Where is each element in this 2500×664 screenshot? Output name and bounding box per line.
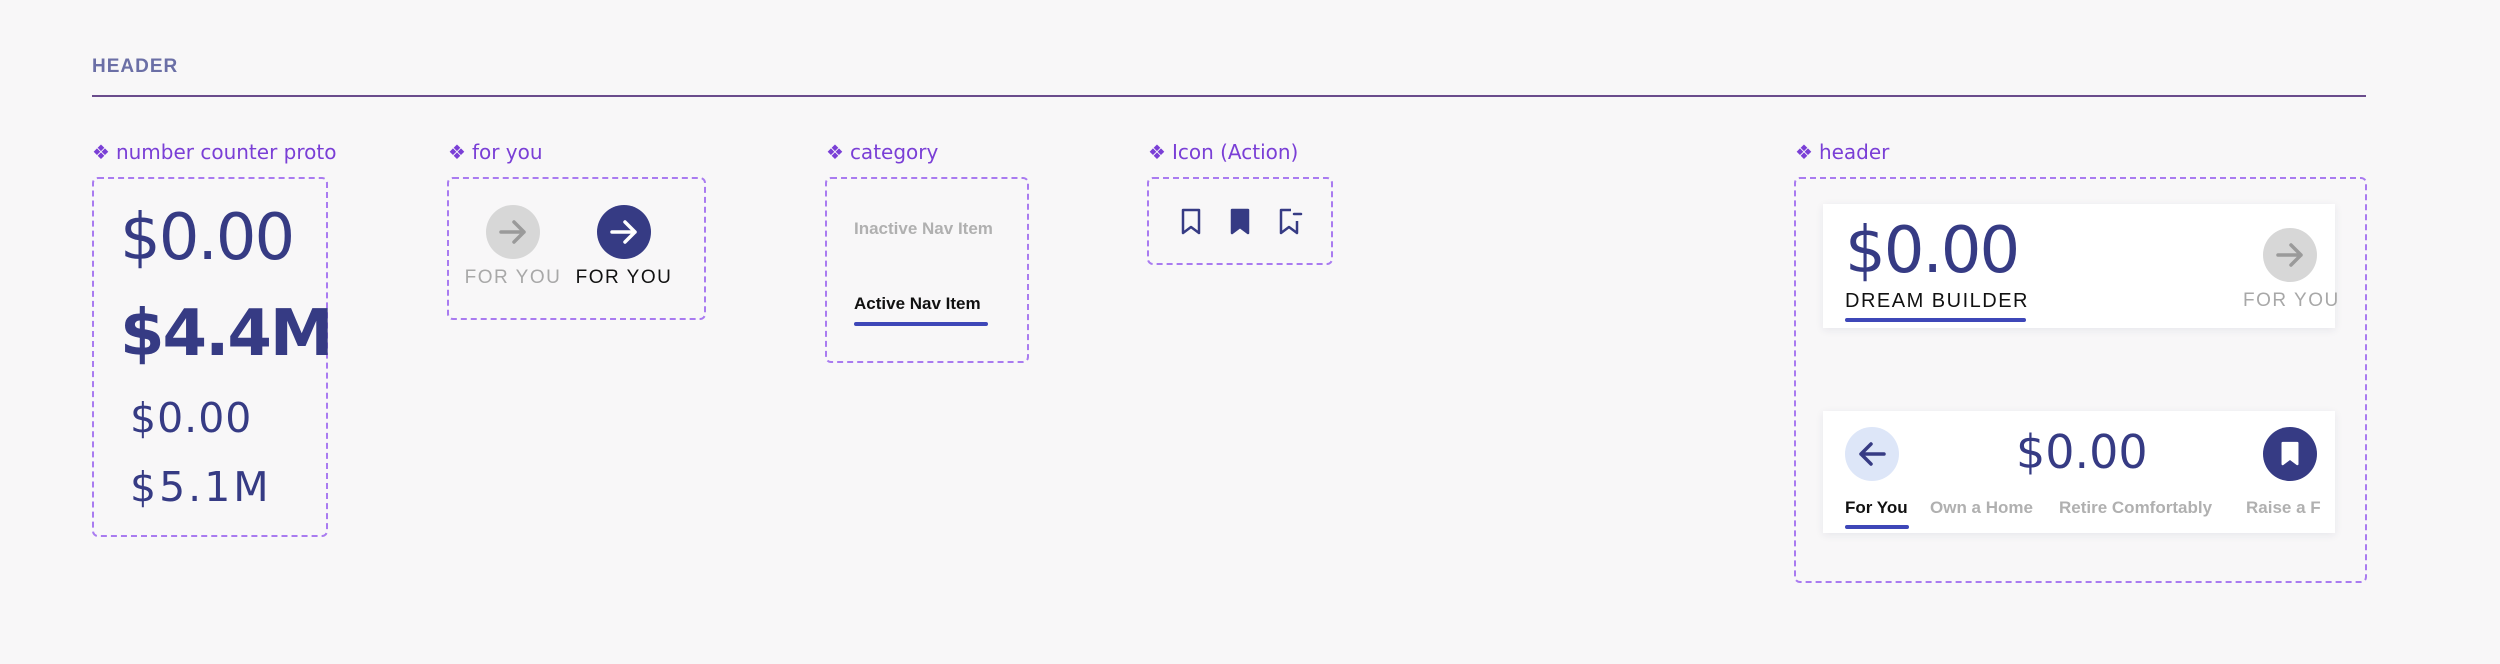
component-diamond-icon: ❖ [826, 140, 844, 164]
header-for-you-button[interactable]: FOR YOU [2243, 228, 2340, 312]
component-label-text: category [849, 140, 939, 164]
tab-for-you[interactable]: For You [1845, 498, 1908, 518]
component-label-text: for you [471, 140, 543, 164]
tab-own-a-home[interactable]: Own a Home [1930, 498, 2033, 518]
active-nav-underline [854, 322, 988, 326]
component-label-text: header [1818, 140, 1890, 164]
bookmark-filled-icon[interactable] [1228, 208, 1252, 241]
header-page-title: DREAM BUILDER [1845, 290, 2029, 312]
component-diamond-icon: ❖ [92, 140, 110, 164]
icon-action-frame [1147, 177, 1333, 265]
section-title: HEADER [92, 56, 179, 77]
counter-value-small: $0.00 [130, 394, 253, 442]
inactive-nav-item[interactable]: Inactive Nav Item [854, 219, 993, 239]
component-label-category: ❖ category [826, 140, 938, 164]
header-amount: $0.00 [1845, 214, 2020, 288]
for-you-inactive[interactable]: FOR YOU [465, 205, 560, 289]
component-label-text: Icon (Action) [1171, 140, 1299, 164]
category-frame: Inactive Nav Item Active Nav Item [825, 177, 1029, 363]
tab-raise-a-family[interactable]: Raise a F [2246, 498, 2321, 518]
component-label-header: ❖ header [1795, 140, 1889, 164]
arrow-right-icon [597, 205, 651, 259]
for-you-active[interactable]: FOR YOU [576, 205, 671, 289]
bookmark-remove-icon[interactable] [1277, 208, 1303, 241]
header-tabs-amount: $0.00 [2016, 425, 2148, 479]
header-for-you-label: FOR YOU [2243, 290, 2340, 311]
counter-value-small-spaced: $5.1M [130, 463, 272, 511]
arrow-left-icon [1854, 436, 1890, 472]
bookmark-outline-icon[interactable] [1179, 208, 1203, 241]
tab-retire-comfortably[interactable]: Retire Comfortably [2059, 498, 2212, 518]
header-card-dream-builder: $0.00 DREAM BUILDER FOR YOU [1823, 204, 2340, 328]
for-you-inactive-label: FOR YOU [464, 267, 562, 288]
component-diamond-icon: ❖ [1148, 140, 1166, 164]
counter-value-large-bold: $4.4M [120, 297, 334, 371]
back-button[interactable] [1845, 427, 1899, 481]
component-label-text: number counter proto [115, 140, 337, 164]
component-label-number-counter: ❖ number counter proto [92, 140, 336, 164]
arrow-right-icon [486, 205, 540, 259]
header-title-underline [1845, 318, 2026, 322]
for-you-frame: FOR YOU FOR YOU [447, 177, 706, 320]
for-you-active-label: FOR YOU [575, 267, 673, 288]
component-label-icon-action: ❖ Icon (Action) [1148, 140, 1298, 164]
bookmark-button[interactable] [2263, 427, 2317, 481]
bookmark-filled-icon [2279, 440, 2301, 468]
active-nav-item[interactable]: Active Nav Item [854, 294, 981, 314]
active-tab-underline [1845, 525, 1909, 529]
component-diamond-icon: ❖ [1795, 140, 1813, 164]
number-counter-frame: $0.00 $4.4M $0.00 $5.1M [92, 177, 334, 537]
component-diamond-icon: ❖ [448, 140, 466, 164]
arrow-right-icon [2263, 228, 2317, 282]
header-card-tabs: $0.00 For You Own a Home Retire Comforta… [1823, 411, 2335, 533]
section-divider [92, 95, 2366, 97]
header-frame: $0.00 DREAM BUILDER FOR YOU $0.00 For Yo… [1794, 177, 2367, 583]
component-label-for-you: ❖ for you [448, 140, 543, 164]
counter-value-large: $0.00 [120, 201, 295, 275]
